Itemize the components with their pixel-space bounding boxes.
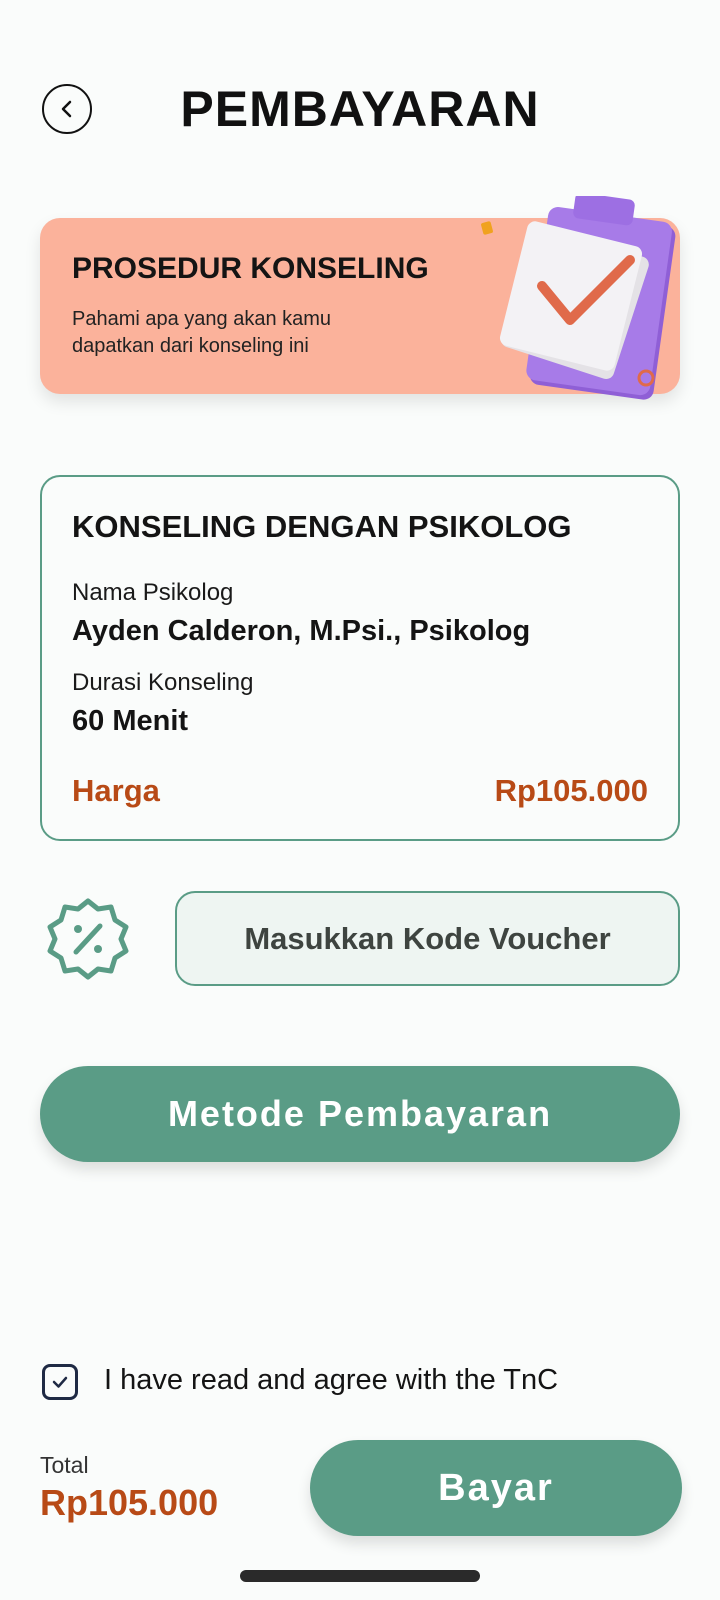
checkmark-icon xyxy=(52,1376,68,1388)
counseling-detail-card: KONSELING DENGAN PSIKOLOG Nama Psikolog … xyxy=(40,475,680,841)
psychologist-label: Nama Psikolog xyxy=(72,579,234,606)
discount-badge-icon xyxy=(47,898,129,980)
price-value: Rp105.000 xyxy=(494,773,648,808)
total-value: Rp105.000 xyxy=(40,1482,219,1523)
duration-label: Durasi Konseling xyxy=(72,669,254,696)
psychologist-name: Ayden Calderon, M.Psi., Psikolog xyxy=(72,615,531,647)
tnc-label: I have read and agree with the TnC xyxy=(104,1364,559,1396)
total-label: Total xyxy=(40,1452,89,1478)
card-title: KONSELING DENGAN PSIKOLOG xyxy=(72,509,572,544)
voucher-code-input[interactable]: Masukkan Kode Voucher xyxy=(175,891,680,986)
page-title: PEMBAYARAN xyxy=(180,81,540,137)
price-label: Harga xyxy=(72,773,160,808)
procedure-banner[interactable]: PROSEDUR KONSELING Pahami apa yang akan … xyxy=(40,196,680,400)
clipboard-checklist-icon xyxy=(481,196,676,400)
duration-value: 60 Menit xyxy=(72,705,189,737)
tnc-checkbox[interactable] xyxy=(42,1364,78,1400)
header: PEMBAYARAN xyxy=(0,70,720,150)
home-indicator xyxy=(240,1570,480,1582)
banner-title: PROSEDUR KONSELING xyxy=(72,252,429,285)
pay-button[interactable]: Bayar xyxy=(310,1440,682,1536)
banner-subtitle: Pahami apa yang akan kamu dapatkan dari … xyxy=(72,308,332,357)
payment-method-button[interactable]: Metode Pembayaran xyxy=(40,1066,680,1162)
tnc-row: I have read and agree with the TnC xyxy=(40,1362,680,1402)
